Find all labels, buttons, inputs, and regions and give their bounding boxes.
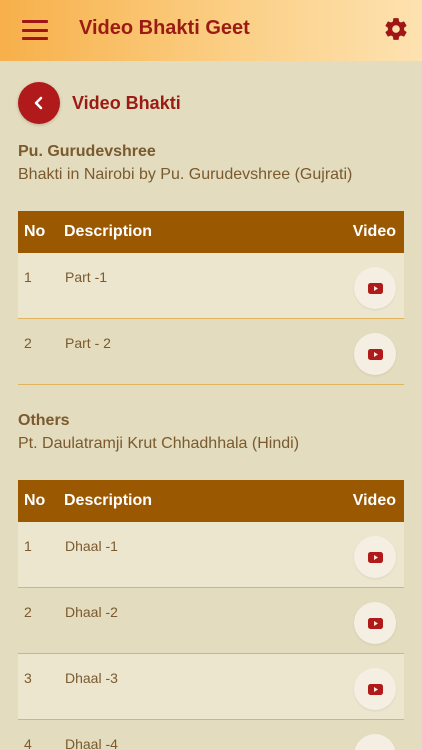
table-row: 2 Dhaal -2 <box>18 588 404 654</box>
row-number: 4 <box>24 736 32 750</box>
column-header-no: No <box>24 492 46 509</box>
row-number: 1 <box>24 538 32 554</box>
hamburger-menu-icon[interactable] <box>22 20 48 40</box>
youtube-play-icon <box>367 617 383 629</box>
youtube-play-icon <box>367 551 383 563</box>
column-header-no: No <box>24 223 46 240</box>
back-button[interactable] <box>18 82 60 124</box>
play-video-button[interactable] <box>354 333 396 375</box>
table-row: 1 Dhaal -1 <box>18 522 404 588</box>
play-video-button[interactable] <box>354 668 396 710</box>
row-description: Part - 2 <box>65 335 111 351</box>
row-number: 2 <box>24 335 32 351</box>
video-table: No Description Video 1 Dhaal -1 2 Dhaal … <box>18 480 404 750</box>
app-bar: Video Bhakti Geet <box>0 0 422 61</box>
row-description: Dhaal -3 <box>65 670 118 686</box>
row-number: 1 <box>24 269 32 285</box>
column-header-description: Description <box>64 492 153 509</box>
chevron-left-icon <box>34 96 43 110</box>
table-header: No Description Video <box>18 211 404 253</box>
table-row: 3 Dhaal -3 <box>18 654 404 720</box>
play-video-button[interactable] <box>354 536 396 578</box>
play-video-button[interactable] <box>354 267 396 309</box>
row-description: Dhaal -1 <box>65 538 118 554</box>
section-title: Video Bhakti <box>72 92 181 113</box>
app-title: Video Bhakti Geet <box>79 17 250 39</box>
column-header-video: Video <box>352 492 396 509</box>
youtube-play-icon <box>367 282 383 294</box>
group-subtitle: Pt. Daulatramji Krut Chhadhhala (Hindi) <box>18 435 300 452</box>
youtube-play-icon <box>367 683 383 695</box>
row-description: Dhaal -2 <box>65 604 118 620</box>
table-row: 4 Dhaal -4 <box>18 720 404 750</box>
group-heading: Pu. Gurudevshree <box>18 143 156 160</box>
column-header-video: Video <box>352 223 396 240</box>
row-description: Dhaal -4 <box>65 736 118 750</box>
row-number: 3 <box>24 670 32 686</box>
video-table: No Description Video 1 Part -1 2 Part - … <box>18 211 404 385</box>
group-subtitle: Bhakti in Nairobi by Pu. Gurudevshree (G… <box>18 166 353 183</box>
section-header: Video Bhakti <box>18 82 181 124</box>
gear-icon[interactable] <box>383 16 409 42</box>
play-video-button[interactable] <box>354 734 396 750</box>
row-number: 2 <box>24 604 32 620</box>
table-row: 1 Part -1 <box>18 253 404 319</box>
youtube-play-icon <box>367 348 383 360</box>
play-video-button[interactable] <box>354 602 396 644</box>
group-heading: Others <box>18 412 70 429</box>
table-header: No Description Video <box>18 480 404 522</box>
table-row: 2 Part - 2 <box>18 319 404 385</box>
row-description: Part -1 <box>65 269 108 285</box>
column-header-description: Description <box>64 223 153 240</box>
